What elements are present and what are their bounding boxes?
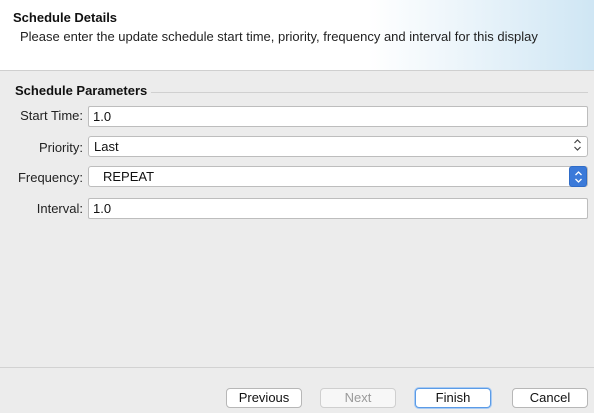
up-down-chevron-icon [573,138,582,155]
start-time-label: Start Time: [20,108,83,123]
start-time-field[interactable] [88,106,588,127]
page-title: Schedule Details [13,10,118,25]
cancel-button[interactable]: Cancel [512,388,588,408]
group-divider [151,92,588,93]
finish-button[interactable]: Finish [415,388,491,408]
next-button[interactable]: Next [320,388,396,408]
interval-field[interactable] [88,198,588,219]
frequency-value: REPEAT [103,169,155,184]
page-description: Please enter the update schedule start t… [20,29,538,44]
group-title: Schedule Parameters [15,83,148,98]
footer-divider [0,367,594,368]
priority-value: Last [94,139,119,154]
priority-select[interactable]: Last [88,136,588,157]
up-down-chevron-icon [575,171,582,183]
frequency-label: Frequency: [17,170,83,185]
frequency-dropdown-button[interactable] [569,166,587,187]
previous-button[interactable]: Previous [226,388,302,408]
wizard-header: Schedule Details Please enter the update… [0,0,594,71]
interval-label: Interval: [36,201,83,216]
frequency-select[interactable]: REPEAT [88,166,588,187]
priority-label: Priority: [38,140,83,155]
